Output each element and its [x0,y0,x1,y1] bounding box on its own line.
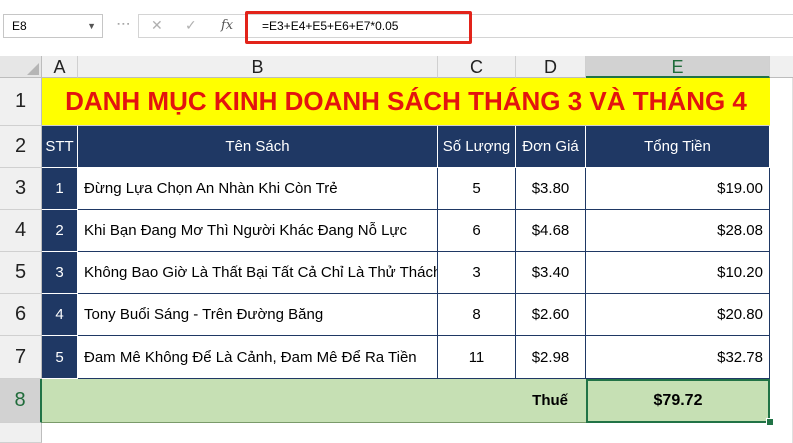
formula-buttons: ✕ ✓ fx [138,14,246,38]
column-header-d[interactable]: D [516,56,586,78]
row-header-7[interactable]: 7 [0,336,42,379]
cell-ten-sach[interactable]: Đam Mê Không Để Là Cảnh, Đam Mê Để Ra Ti… [78,336,438,379]
cell-ten-sach[interactable]: Đừng Lựa Chọn An Nhàn Khi Còn Trẻ [78,168,438,210]
cell-don-gia[interactable]: $2.98 [516,336,586,379]
cancel-icon[interactable]: ✕ [151,17,163,34]
cell-stt[interactable]: 1 [42,168,78,210]
tax-label[interactable]: Thuế [516,379,586,423]
formula-bar: E8 ▼ ⋮ ✕ ✓ fx =E3+E4+E5+E6+E7*0.05 [0,0,793,56]
row-header-8[interactable]: 8 [0,379,42,423]
sheet-title[interactable]: DANH MỤC KINH DOANH SÁCH THÁNG 3 VÀ THÁN… [42,78,770,126]
cell-stt[interactable]: 2 [42,210,78,252]
header-stt[interactable]: STT [42,126,78,168]
row-header-3[interactable]: 3 [0,168,42,210]
row-header-6[interactable]: 6 [0,294,42,336]
column-header-b[interactable]: B [78,56,438,78]
select-all-corner[interactable] [0,56,42,78]
row-header-1[interactable]: 1 [0,78,42,126]
cell-tong-tien[interactable]: $28.08 [586,210,770,252]
cell-tong-tien[interactable]: $10.20 [586,252,770,294]
formula-highlight-box [245,11,472,44]
cell-so-luong[interactable]: 11 [438,336,516,379]
header-tong-tien[interactable]: Tổng Tiền [586,126,770,168]
tax-row-blank[interactable] [42,379,516,423]
tax-value-cell[interactable]: $79.72 [586,379,770,423]
header-ten-sach[interactable]: Tên Sách [78,126,438,168]
cell-so-luong[interactable]: 6 [438,210,516,252]
name-box[interactable]: E8 ▼ [3,14,103,38]
cell-stt[interactable]: 4 [42,294,78,336]
insert-function-icon[interactable]: fx [221,18,233,33]
row-header-4[interactable]: 4 [0,210,42,252]
cell-don-gia[interactable]: $4.68 [516,210,586,252]
column-header-e[interactable]: E [586,56,770,78]
cell-stt[interactable]: 5 [42,336,78,379]
header-don-gia[interactable]: Đơn Giá [516,126,586,168]
header-so-luong[interactable]: Số Lượng [438,126,516,168]
row-header-5[interactable]: 5 [0,252,42,294]
cell-don-gia[interactable]: $2.60 [516,294,586,336]
cell-so-luong[interactable]: 3 [438,252,516,294]
column-header-f[interactable] [770,56,793,78]
column-header-c[interactable]: C [438,56,516,78]
cell-don-gia[interactable]: $3.80 [516,168,586,210]
cell-ten-sach[interactable]: Không Bao Giờ Là Thất Bại Tất Cả Chỉ Là … [78,252,438,294]
column-header-a[interactable]: A [42,56,78,78]
cell-tong-tien[interactable]: $32.78 [586,336,770,379]
name-box-value: E8 [12,19,27,33]
row-header-9[interactable] [0,423,42,443]
cell-ten-sach[interactable]: Tony Buổi Sáng - Trên Đường Băng [78,294,438,336]
cell-stt[interactable]: 3 [42,252,78,294]
cell-so-luong[interactable]: 5 [438,168,516,210]
enter-check-icon[interactable]: ✓ [185,17,197,34]
fill-handle[interactable] [766,418,774,426]
chevron-down-icon[interactable]: ▼ [87,15,96,37]
cell-so-luong[interactable]: 8 [438,294,516,336]
row-header-2[interactable]: 2 [0,126,42,168]
cell-ten-sach[interactable]: Khi Bạn Đang Mơ Thì Người Khác Đang Nỗ L… [78,210,438,252]
cell-tong-tien[interactable]: $20.80 [586,294,770,336]
drag-handle-icon[interactable]: ⋮ [116,17,132,29]
cell-don-gia[interactable]: $3.40 [516,252,586,294]
cell-tong-tien[interactable]: $19.00 [586,168,770,210]
